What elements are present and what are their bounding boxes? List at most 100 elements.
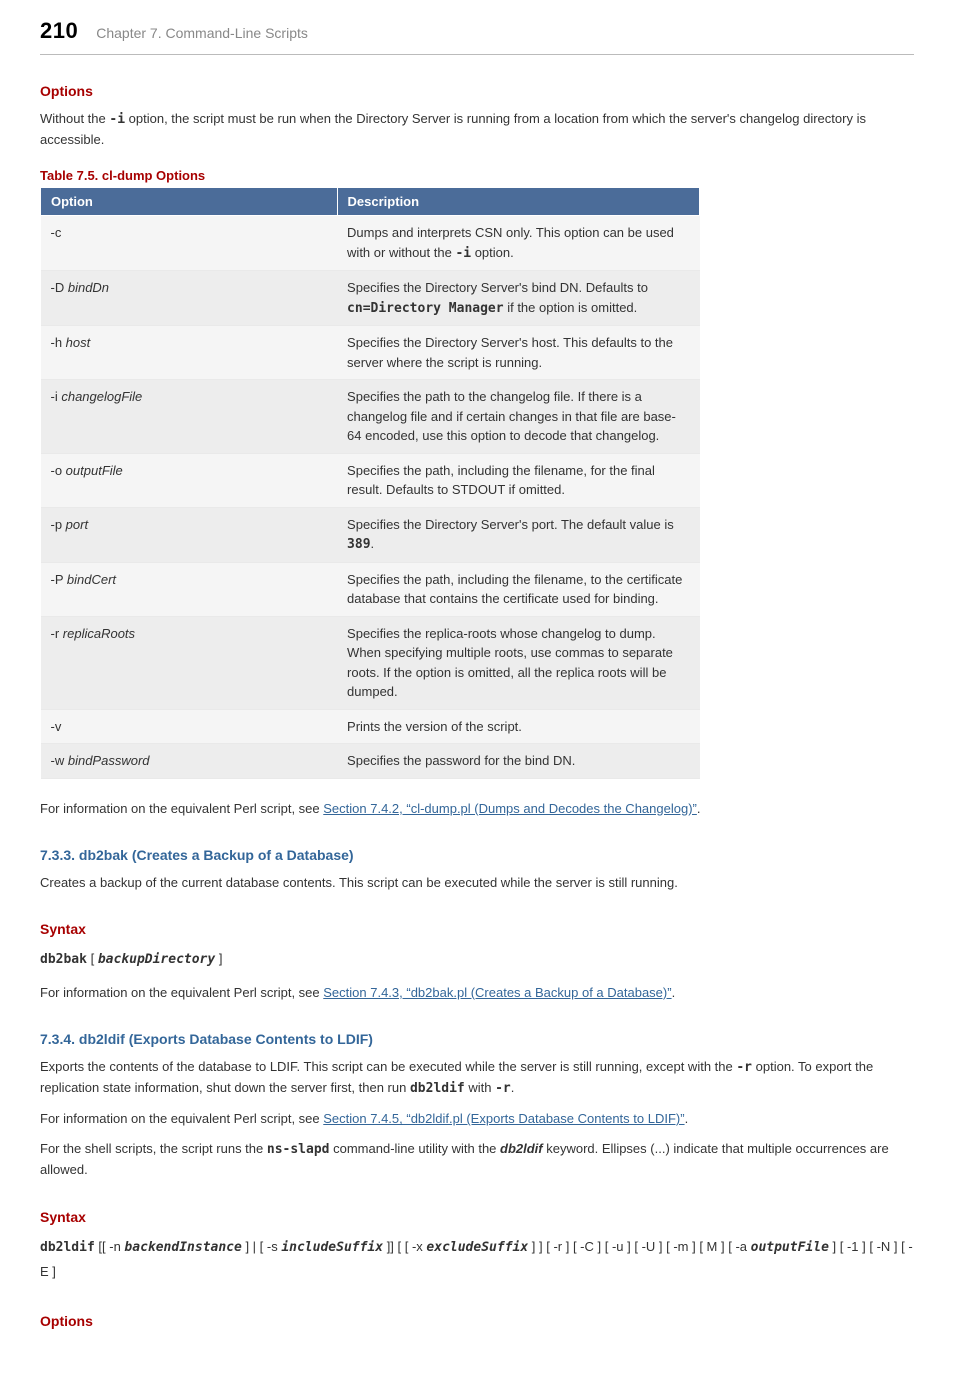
text: ]] [ [ -x	[383, 1239, 426, 1254]
text: [	[87, 951, 98, 966]
opt-arg: port	[66, 517, 88, 532]
chapter-title: Chapter 7. Command-Line Scripts	[96, 25, 308, 41]
text: Prints the version of the script.	[347, 719, 522, 734]
table-row: -P bindCert Specifies the path, includin…	[41, 562, 700, 616]
table-row: -w bindPassword Specifies the password f…	[41, 744, 700, 779]
opt-arg: bindPassword	[68, 753, 150, 768]
syntax-db2ldif: db2ldif [[ -n backendInstance ] | [ -s i…	[40, 1235, 914, 1285]
table-row: -v Prints the version of the script.	[41, 709, 700, 744]
mono: -i	[455, 246, 471, 261]
options-intro: Without the -i option, the script must b…	[40, 109, 914, 150]
mono: cn=Directory Manager	[347, 301, 504, 316]
col-description: Description	[337, 188, 699, 216]
opt-flag: -h	[51, 335, 66, 350]
cmd-ns-slapd: ns-slapd	[267, 1142, 330, 1157]
opt-flag: -r	[51, 626, 63, 641]
flag-r: -r	[736, 1060, 752, 1075]
text: Specifies the password for the bind DN.	[347, 753, 575, 768]
text: .	[685, 1111, 689, 1126]
table-caption: Table 7.5. cl-dump Options	[40, 168, 914, 183]
text: Without the	[40, 111, 109, 126]
cmd: db2bak	[40, 952, 87, 967]
opt-flag: -v	[51, 719, 62, 734]
text: For information on the equivalent Perl s…	[40, 801, 323, 816]
text: if the option is omitted.	[504, 300, 638, 315]
opt-arg: replicaRoots	[63, 626, 135, 641]
section-734-desc: Exports the contents of the database to …	[40, 1057, 914, 1099]
syntax-heading-733: Syntax	[40, 921, 914, 937]
text: command-line utility with the	[330, 1141, 501, 1156]
arg: outputFile	[751, 1240, 829, 1255]
opt-arg: changelogFile	[61, 389, 142, 404]
link-cldump[interactable]: Section 7.4.2, “cl-dump.pl (Dumps and De…	[323, 801, 697, 816]
text: For the shell scripts, the script runs t…	[40, 1141, 267, 1156]
section-733-desc: Creates a backup of the current database…	[40, 873, 914, 893]
text: .	[511, 1080, 515, 1095]
text: option.	[471, 245, 514, 260]
syntax-db2bak: db2bak [ backupDirectory ]	[40, 947, 914, 973]
options-table: Option Description -c Dumps and interpre…	[40, 187, 700, 779]
mono: 389	[347, 537, 370, 552]
keyword-db2ldif: db2ldif	[500, 1141, 543, 1156]
text: [[ -n	[95, 1239, 125, 1254]
opt-arg: bindCert	[67, 572, 116, 587]
text: Specifies the path to the changelog file…	[347, 389, 676, 443]
options-heading-734: Options	[40, 1313, 914, 1329]
cmd: db2ldif	[40, 1240, 95, 1255]
text: Specifies the Directory Server's bind DN…	[347, 280, 648, 295]
text: ] | [ -s	[242, 1239, 282, 1254]
opt-flag: -w	[51, 753, 68, 768]
text: .	[371, 536, 375, 551]
table-row: -p port Specifies the Directory Server's…	[41, 507, 700, 562]
options-heading: Options	[40, 83, 914, 99]
text: .	[697, 801, 701, 816]
table-row: -i changelogFile Specifies the path to t…	[41, 380, 700, 454]
table-row: -h host Specifies the Directory Server's…	[41, 326, 700, 380]
opt-arg: bindDn	[68, 280, 109, 295]
col-option: Option	[41, 188, 338, 216]
text: option, the script must be run when the …	[40, 111, 866, 147]
page-header: 210 Chapter 7. Command-Line Scripts	[40, 0, 914, 55]
link-db2ldif[interactable]: Section 7.4.5, “db2ldif.pl (Exports Data…	[323, 1111, 684, 1126]
opt-arg: host	[66, 335, 91, 350]
text: Specifies the path, including the filena…	[347, 463, 655, 498]
arg: backupDirectory	[98, 952, 215, 967]
text: ]	[215, 951, 222, 966]
section-734-p3: For the shell scripts, the script runs t…	[40, 1139, 914, 1180]
opt-flag: -c	[51, 225, 62, 240]
text: Specifies the path, including the filena…	[347, 572, 682, 607]
opt-arg: outputFile	[66, 463, 123, 478]
opt-flag: -D	[51, 280, 68, 295]
arg: backendInstance	[124, 1240, 241, 1255]
opt-flag: -i	[51, 389, 62, 404]
arg: includeSuffix	[281, 1240, 383, 1255]
text: with	[465, 1080, 495, 1095]
opt-flag: -o	[51, 463, 66, 478]
text: For information on the equivalent Perl s…	[40, 1111, 323, 1126]
xref-cldump: For information on the equivalent Perl s…	[40, 799, 914, 819]
table-row: -r replicaRoots Specifies the replica-ro…	[41, 616, 700, 709]
page-number: 210	[40, 18, 78, 44]
table-row: -o outputFile Specifies the path, includ…	[41, 453, 700, 507]
xref-db2bak: For information on the equivalent Perl s…	[40, 983, 914, 1003]
link-db2bak[interactable]: Section 7.4.3, “db2bak.pl (Creates a Bac…	[323, 985, 671, 1000]
opt-flag: -p	[51, 517, 66, 532]
flag-r: -r	[495, 1081, 511, 1096]
section-734-title: 7.3.4. db2ldif (Exports Database Content…	[40, 1031, 914, 1047]
arg: excludeSuffix	[426, 1240, 528, 1255]
section-733-title: 7.3.3. db2bak (Creates a Backup of a Dat…	[40, 847, 914, 863]
text: Specifies the Directory Server's host. T…	[347, 335, 673, 370]
opt-flag: -P	[51, 572, 67, 587]
cmd-db2ldif: db2ldif	[410, 1081, 465, 1096]
table-row: -D bindDn Specifies the Directory Server…	[41, 271, 700, 326]
text: For information on the equivalent Perl s…	[40, 985, 323, 1000]
syntax-heading-734: Syntax	[40, 1209, 914, 1225]
xref-db2ldif: For information on the equivalent Perl s…	[40, 1109, 914, 1129]
text: Specifies the Directory Server's port. T…	[347, 517, 674, 532]
text: ] ] [ -r ] [ -C ] [ -u ] [ -U ] [ -m ] […	[528, 1239, 750, 1254]
text: .	[672, 985, 676, 1000]
flag-i: -i	[109, 112, 125, 127]
text: Exports the contents of the database to …	[40, 1059, 736, 1074]
table-row: -c Dumps and interprets CSN only. This o…	[41, 216, 700, 271]
text: Specifies the replica-roots whose change…	[347, 626, 673, 700]
